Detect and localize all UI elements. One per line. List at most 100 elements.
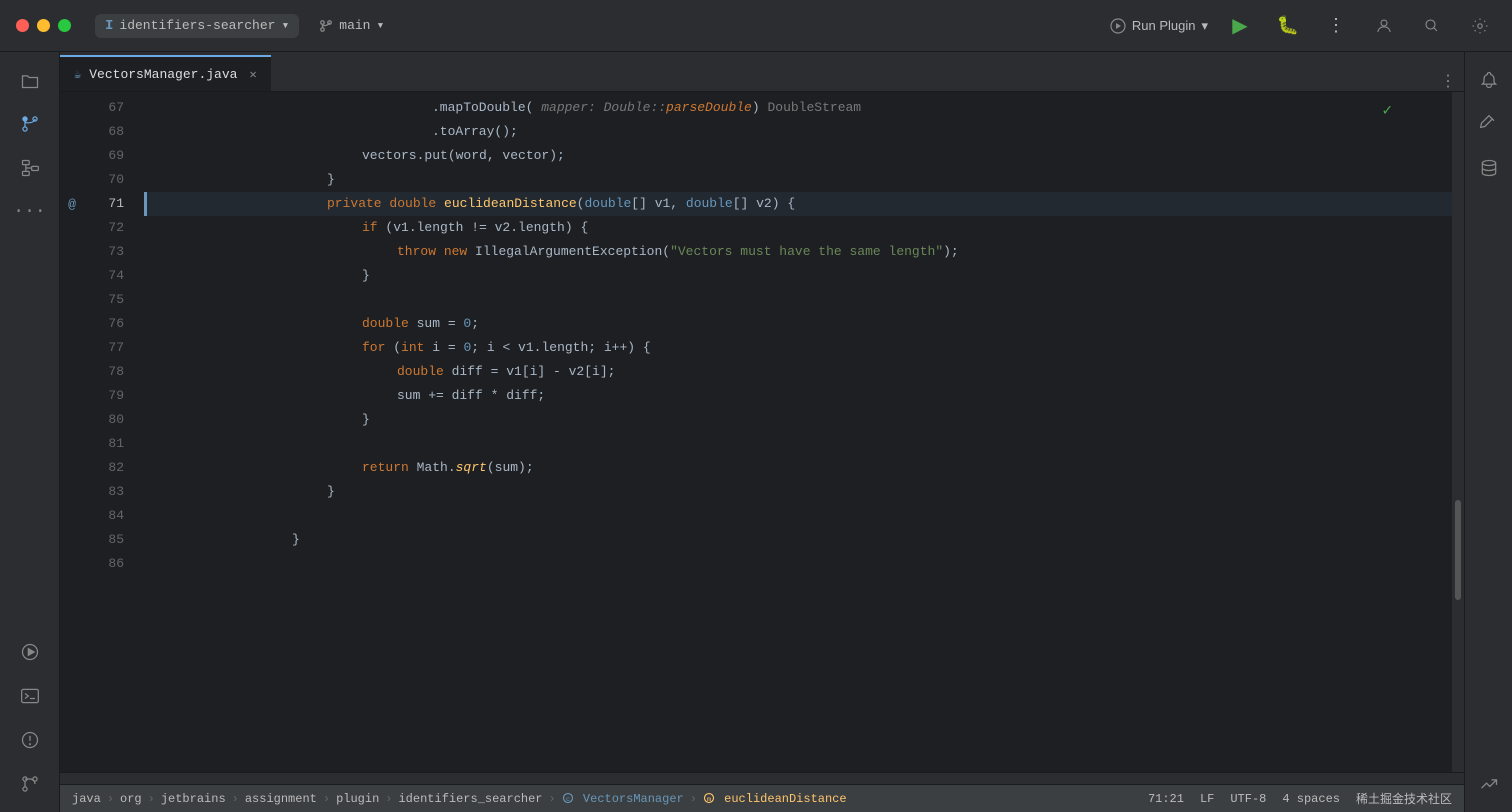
search-icon — [1423, 17, 1441, 35]
titlebar: I identifiers-searcher ▾ main ▾ Run Plug… — [0, 0, 1512, 52]
ln-73: 73 — [92, 240, 136, 264]
chart-icon — [1479, 774, 1499, 794]
notifications-button[interactable] — [1469, 60, 1509, 100]
line-ending[interactable]: LF — [1200, 792, 1214, 806]
ln-77: 77 — [92, 336, 136, 360]
scrollbar-thumb[interactable] — [1455, 500, 1461, 600]
gutter-81 — [60, 432, 84, 456]
breadcrumb-assignment[interactable]: assignment — [245, 792, 317, 806]
terminal-icon — [20, 686, 40, 706]
sidebar-item-problems[interactable] — [10, 720, 50, 760]
settings-button[interactable] — [1464, 10, 1496, 42]
minimize-button[interactable] — [37, 19, 50, 32]
debug-button[interactable]: 🐛 — [1272, 10, 1304, 42]
insights-icon[interactable] — [1469, 764, 1509, 804]
breadcrumb-org[interactable]: org — [120, 792, 142, 806]
project-selector[interactable]: I identifiers-searcher ▾ — [95, 14, 299, 38]
code-line-67: .mapToDouble( mapper: Double:: parseDoub… — [144, 96, 1452, 120]
breadcrumb-plugin[interactable]: plugin — [336, 792, 379, 806]
breadcrumb-vectors-manager[interactable]: c VectorsManager — [562, 792, 684, 806]
breadcrumb-jetbrains[interactable]: jetbrains — [161, 792, 226, 806]
ln-86: 86 — [92, 552, 136, 576]
encoding[interactable]: UTF-8 — [1230, 792, 1266, 806]
ln-85: 85 — [92, 528, 136, 552]
code-line-78: double diff = v1[i] - v2[i]; — [144, 360, 1452, 384]
community-link[interactable]: 稀土掘金技术社区 — [1356, 790, 1452, 807]
project-name-label: identifiers-searcher — [119, 18, 275, 33]
code-line-81 — [144, 432, 1452, 456]
database-icon[interactable] — [1469, 148, 1509, 188]
project-icon: I — [105, 18, 113, 34]
gutter-68 — [60, 120, 84, 144]
horizontal-scrollbar[interactable] — [60, 772, 1464, 784]
ln-79: 79 — [92, 384, 136, 408]
branch-dropdown-icon: ▾ — [376, 18, 384, 33]
code-line-69: vectors.put(word, vector); — [144, 144, 1452, 168]
run-button[interactable]: ▶ — [1224, 10, 1256, 42]
sidebar-item-terminal[interactable] — [10, 676, 50, 716]
active-line-indicator — [144, 192, 147, 216]
db-icon — [1479, 158, 1499, 178]
java-file-icon: ☕ — [74, 67, 81, 82]
breadcrumb-euclidean-distance[interactable]: m euclideanDistance — [703, 792, 847, 806]
sidebar-item-git[interactable] — [10, 764, 50, 804]
tab-close-button[interactable]: ✕ — [249, 67, 256, 82]
scrollbar-track[interactable] — [1452, 92, 1464, 772]
breadcrumb-identifiers-searcher[interactable]: identifiers_searcher — [398, 792, 542, 806]
ln-81: 81 — [92, 432, 136, 456]
gutter-78 — [60, 360, 84, 384]
close-button[interactable] — [16, 19, 29, 32]
branch-selector[interactable]: main ▾ — [319, 18, 384, 33]
search-button[interactable] — [1416, 10, 1448, 42]
code-editor[interactable]: @ 67 68 69 — [60, 92, 1464, 772]
project-dropdown-icon: ▾ — [281, 18, 289, 33]
tab-vectors-manager[interactable]: ☕ VectorsManager.java ✕ — [60, 55, 271, 91]
sidebar-item-run[interactable] — [10, 632, 50, 672]
ln-80: 80 — [92, 408, 136, 432]
paint-icon[interactable] — [1469, 104, 1509, 144]
code-line-68: .toArray(); — [144, 120, 1452, 144]
code-content[interactable]: .mapToDouble( mapper: Double:: parseDoub… — [144, 92, 1452, 772]
tab-bar: ☕ VectorsManager.java ✕ ⋮ — [60, 52, 1464, 92]
gutter-70 — [60, 168, 84, 192]
code-line-86 — [144, 552, 1452, 576]
code-line-70: } — [144, 168, 1452, 192]
cursor-position[interactable]: 71:21 — [1148, 792, 1184, 806]
bell-icon — [1479, 70, 1499, 90]
gutter-82 — [60, 456, 84, 480]
indent[interactable]: 4 spaces — [1282, 792, 1340, 806]
more-options-button[interactable]: ⋮ — [1320, 10, 1352, 42]
code-line-72: if (v1.length != v2.length) { — [144, 216, 1452, 240]
status-bar-right: 71:21 LF UTF-8 4 spaces 稀土掘金技术社区 — [1148, 790, 1452, 807]
account-button[interactable] — [1368, 10, 1400, 42]
run-plugin-dropdown: ▾ — [1201, 18, 1208, 34]
titlebar-center: I identifiers-searcher ▾ main ▾ — [95, 14, 384, 38]
breadcrumb: java › org › jetbrains › assignment › pl… — [72, 792, 1142, 806]
code-line-79: sum += diff * diff; — [144, 384, 1452, 408]
sidebar-item-vcs[interactable] — [10, 104, 50, 144]
maximize-button[interactable] — [58, 19, 71, 32]
svg-text:m: m — [707, 796, 711, 804]
code-line-73: throw new IllegalArgumentException( "Vec… — [144, 240, 1452, 264]
breadcrumb-java[interactable]: java — [72, 792, 101, 806]
tab-more-button[interactable]: ⋮ — [1440, 71, 1464, 91]
ln-78: 78 — [92, 360, 136, 384]
vcs-icon — [20, 114, 40, 134]
sidebar-item-files[interactable] — [10, 60, 50, 100]
branch-icon — [319, 19, 333, 33]
sidebar-left: ··· — [0, 52, 60, 812]
ln-71: 71 — [92, 192, 136, 216]
annotation-icon: @ — [68, 197, 76, 212]
gutter-79 — [60, 384, 84, 408]
ln-84: 84 — [92, 504, 136, 528]
problems-icon — [20, 730, 40, 750]
gutter-75 — [60, 288, 84, 312]
branch-name-label: main — [339, 18, 370, 33]
sidebar-item-structure[interactable] — [10, 148, 50, 188]
run-plugin-button[interactable]: Run Plugin ▾ — [1110, 18, 1208, 34]
account-icon — [1375, 17, 1393, 35]
code-line-74: } — [144, 264, 1452, 288]
settings-icon — [1471, 17, 1489, 35]
sidebar-item-more[interactable]: ··· — [10, 192, 50, 232]
gutter-73 — [60, 240, 84, 264]
